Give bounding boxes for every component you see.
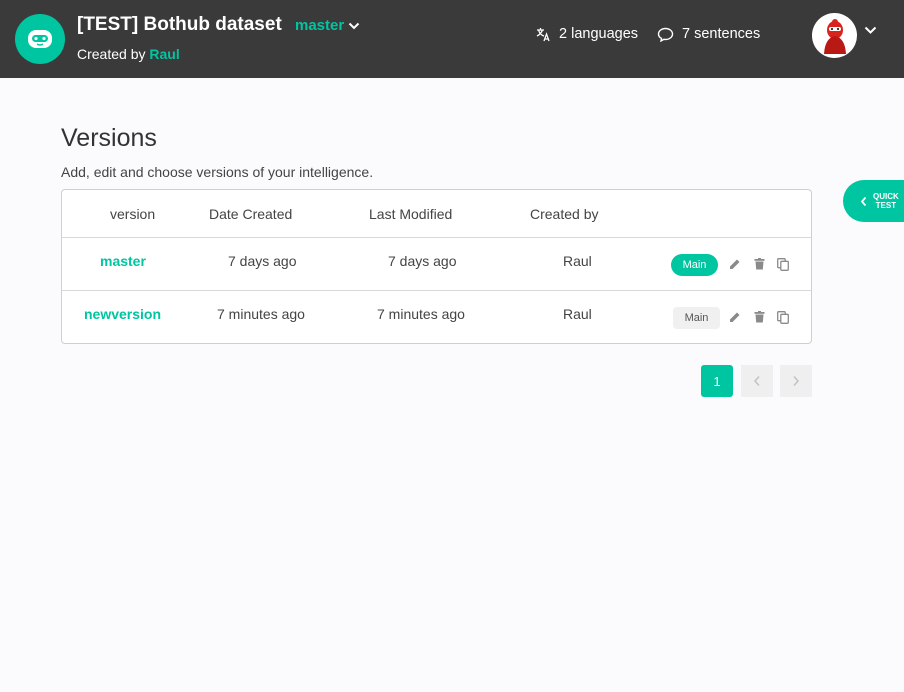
trash-icon[interactable] (752, 257, 766, 271)
repository-author: Created by Raul (77, 46, 180, 62)
column-header-last-modified[interactable]: Last Modified (369, 206, 452, 222)
user-avatar[interactable] (812, 13, 857, 58)
chevron-down-icon[interactable] (864, 26, 877, 35)
quick-test-label: QUICK TEST (873, 192, 899, 210)
chat-bubble-icon (657, 27, 674, 42)
chevron-down-icon (348, 22, 360, 29)
translate-icon (536, 27, 550, 41)
languages-stat: 2 languages (536, 26, 638, 42)
version-name-link[interactable]: master (100, 253, 146, 269)
set-main-button[interactable]: Main (673, 307, 720, 329)
created-by-label: Created by (77, 46, 146, 62)
copy-icon[interactable] (776, 310, 790, 324)
quick-test-button[interactable]: QUICK TEST (843, 180, 904, 222)
sentences-stat: 7 sentences (657, 26, 760, 42)
trash-icon[interactable] (752, 310, 766, 324)
page-button-current[interactable]: 1 (701, 365, 733, 397)
quick-test-line1: QUICK (873, 192, 899, 201)
page-subtitle: Add, edit and choose versions of your in… (61, 164, 374, 180)
repository-title: [TEST] Bothub dataset (77, 14, 282, 35)
chevron-right-icon (793, 375, 800, 387)
main-badge[interactable]: Main (671, 254, 718, 276)
version-name-link[interactable]: newversion (84, 306, 161, 322)
quick-test-line2: TEST (875, 201, 897, 210)
row-divider (62, 290, 811, 291)
branch-selector[interactable]: master (295, 17, 360, 34)
branch-name: master (295, 17, 345, 34)
edit-icon[interactable] (728, 310, 742, 324)
column-header-version[interactable]: version (110, 206, 155, 222)
created-by-cell: Raul (563, 306, 592, 322)
author-link[interactable]: Raul (149, 46, 179, 62)
column-header-date-created[interactable]: Date Created (209, 206, 292, 222)
sentences-count: 7 sentences (682, 26, 761, 42)
repository-header: [TEST] Bothub dataset master Created by … (0, 0, 904, 78)
date-created-cell: 7 minutes ago (217, 306, 305, 322)
last-modified-cell: 7 days ago (388, 253, 457, 269)
user-mascot-icon (823, 18, 846, 54)
bot-avatar (15, 14, 65, 64)
created-by-cell: Raul (563, 253, 592, 269)
date-created-cell: 7 days ago (228, 253, 297, 269)
robot-icon (28, 30, 52, 48)
chevron-left-icon (860, 196, 867, 206)
last-modified-cell: 7 minutes ago (377, 306, 465, 322)
page-title: Versions (61, 124, 157, 152)
prev-page-button[interactable] (741, 365, 773, 397)
languages-count: 2 languages (559, 26, 639, 42)
column-header-created-by[interactable]: Created by (530, 206, 598, 222)
edit-icon[interactable] (728, 257, 742, 271)
header-divider (62, 237, 811, 238)
next-page-button[interactable] (780, 365, 812, 397)
chevron-left-icon (753, 375, 760, 387)
versions-table: version Date Created Last Modified Creat… (61, 189, 812, 344)
copy-icon[interactable] (776, 257, 790, 271)
